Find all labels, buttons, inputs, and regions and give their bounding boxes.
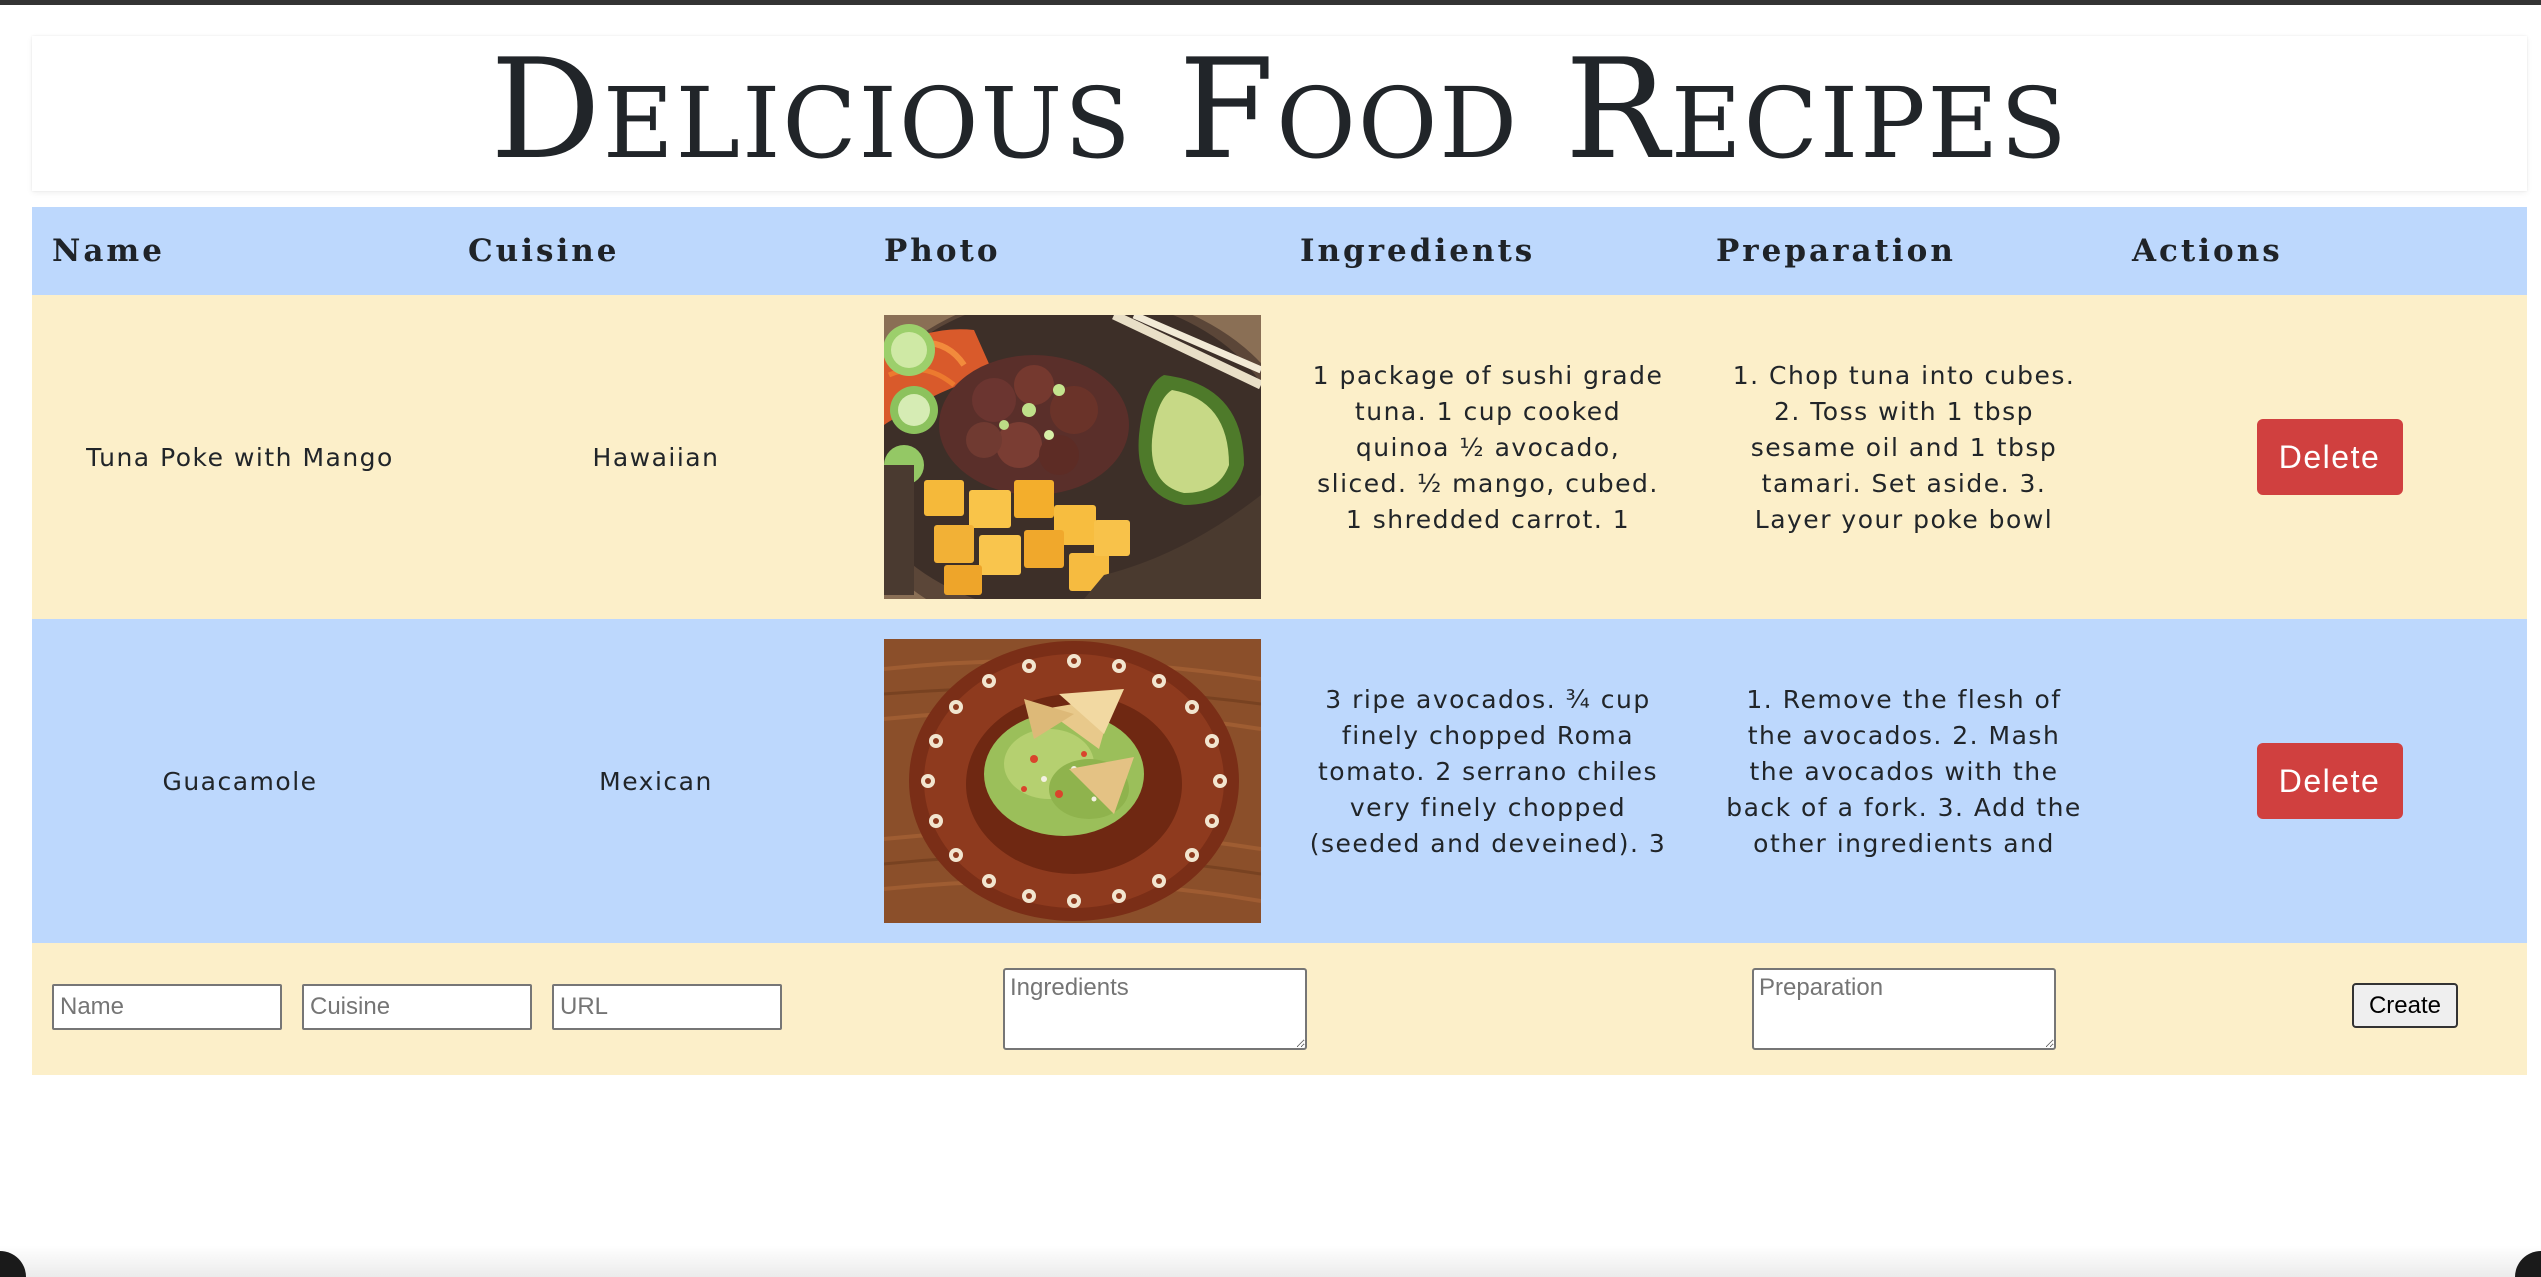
window-top-border (0, 0, 2541, 5)
recipe-name: Guacamole (162, 766, 318, 796)
delete-button[interactable]: Delete (2256, 743, 2403, 819)
recipe-preparation-cell: 1. Remove the flesh of the avocados. 2. … (1696, 619, 2112, 943)
header-cuisine: Cuisine (468, 233, 620, 269)
recipe-preparation-cell: 1. Chop tuna into cubes. 2. Toss with 1 … (1696, 295, 2112, 619)
guacamole-plate-photo (884, 639, 1261, 923)
recipe-cuisine: Mexican (599, 766, 713, 796)
header-row: Name Cuisine Photo Ingredients Preparati… (32, 207, 2527, 295)
header-name: Name (52, 233, 165, 269)
recipe-preparation: 1. Chop tuna into cubes. 2. Toss with 1 … (1732, 361, 2076, 542)
ingredients-textarea[interactable] (1003, 968, 1307, 1050)
delete-button[interactable]: Delete (2256, 419, 2403, 495)
recipes-table: Name Cuisine Photo Ingredients Preparati… (32, 207, 2527, 1075)
recipe-cuisine: Hawaiian (592, 442, 720, 472)
recipe-photo-cell (864, 295, 1280, 619)
recipe-actions-cell: Delete (2112, 295, 2527, 619)
recipe-ingredients: 3 ripe avocados. ¾ cup finely chopped Ro… (1309, 685, 1667, 866)
header-preparation: Preparation (1716, 233, 1956, 269)
recipe-photo-cell (864, 619, 1280, 943)
url-input[interactable] (552, 984, 782, 1030)
table-row: Tuna Poke with Mango Hawaiian 1 package … (32, 295, 2527, 619)
window-bottom-edge (0, 1245, 2541, 1277)
new-recipe-form: Create (32, 943, 2527, 1075)
recipe-actions-cell: Delete (2112, 619, 2527, 943)
recipe-ingredients-cell: 1 package of sushi grade tuna. 1 cup coo… (1280, 295, 1696, 619)
form-cell: Create (32, 943, 2527, 1075)
title-card: Delicious Food Recipes (32, 36, 2527, 191)
name-input[interactable] (52, 984, 282, 1030)
recipe-ingredients-cell: 3 ripe avocados. ¾ cup finely chopped Ro… (1280, 619, 1696, 943)
table-row: Guacamole Mexican 3 ripe avocados. ¾ cup… (32, 619, 2527, 943)
header-actions: Actions (2132, 233, 2283, 269)
recipe-ingredients: 1 package of sushi grade tuna. 1 cup coo… (1312, 361, 1664, 542)
table-body: Tuna Poke with Mango Hawaiian 1 package … (32, 295, 2527, 943)
header-photo: Photo (884, 233, 1001, 269)
create-button[interactable]: Create (2352, 983, 2458, 1028)
form-row: Create (32, 943, 2527, 1075)
preparation-textarea[interactable] (1752, 968, 2056, 1050)
recipes-table-container: Name Cuisine Photo Ingredients Preparati… (32, 207, 2527, 1075)
cuisine-input[interactable] (302, 984, 532, 1030)
recipe-preparation: 1. Remove the flesh of the avocados. 2. … (1726, 685, 2082, 866)
header-ingredients: Ingredients (1300, 233, 1536, 269)
poke-bowl-photo (884, 315, 1261, 599)
recipe-name: Tuna Poke with Mango (86, 442, 394, 472)
form-fields: Create (32, 943, 2527, 1075)
page-title: Delicious Food Recipes (490, 28, 2069, 190)
table-header: Name Cuisine Photo Ingredients Preparati… (32, 207, 2527, 295)
